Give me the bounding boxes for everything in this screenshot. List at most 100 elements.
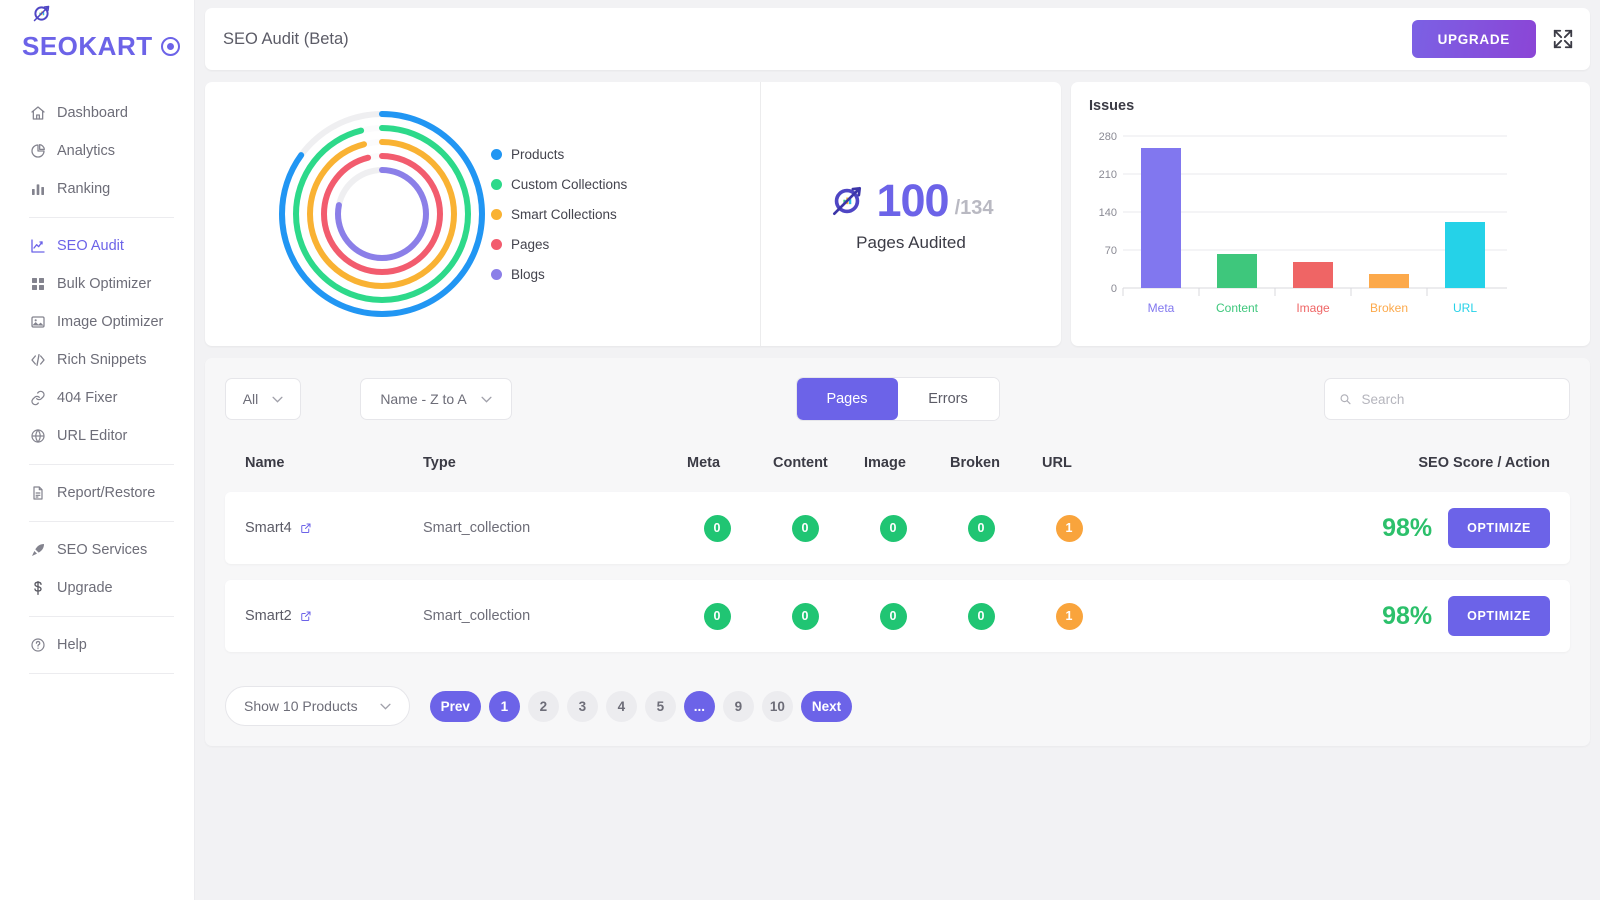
sidebar-divider bbox=[29, 616, 174, 617]
sidebar-item-rich-snippets[interactable]: Rich Snippets bbox=[0, 341, 194, 379]
legend-color-swatch bbox=[491, 178, 502, 190]
search-icon bbox=[1340, 394, 1351, 405]
pagination-page-9[interactable]: 9 bbox=[722, 690, 754, 722]
sidebar-item-image-optimizer[interactable]: Image Optimizer bbox=[0, 303, 194, 341]
pagination-page-2[interactable]: 2 bbox=[527, 690, 559, 722]
pagination-page-4[interactable]: 4 bbox=[605, 690, 637, 722]
meta-count-badge: 0 bbox=[703, 514, 731, 542]
image-count-badge: 0 bbox=[879, 602, 907, 630]
sidebar-item-seo-services[interactable]: SEO Services bbox=[0, 531, 194, 569]
sidebar-item-url-editor[interactable]: URL Editor bbox=[0, 417, 194, 455]
sidebar-item-bulk-optimizer[interactable]: Bulk Optimizer bbox=[0, 265, 194, 303]
cell-type: Smart_collection bbox=[423, 520, 531, 536]
table-row[interactable]: Smart2 Smart_collection 0 0 0 0 1 98% OP… bbox=[225, 580, 1570, 652]
column-header-score-action: SEO Score / Action bbox=[1418, 455, 1550, 471]
code-icon bbox=[29, 352, 46, 369]
cell-type: Smart_collection bbox=[423, 608, 531, 624]
legend-item[interactable]: Blogs bbox=[491, 267, 627, 282]
column-header-type: Type bbox=[423, 455, 456, 471]
upgrade-button[interactable]: UPGRADE bbox=[1411, 20, 1536, 58]
url-count-badge: 1 bbox=[1055, 602, 1083, 630]
main-content: SEO Audit (Beta) UPGRADE Products Custom… bbox=[195, 0, 1600, 900]
legend-label: Custom Collections bbox=[511, 176, 628, 192]
pagination-next[interactable]: Next bbox=[800, 690, 853, 722]
page-title: SEO Audit (Beta) bbox=[223, 29, 349, 48]
y-axis-tick: 140 bbox=[1099, 207, 1117, 219]
legend-item[interactable]: Products bbox=[491, 147, 627, 162]
rocket-gear-icon bbox=[833, 186, 862, 216]
page-size-select[interactable]: Show 10 Products bbox=[225, 686, 410, 726]
column-header-meta: Meta bbox=[687, 455, 721, 471]
issues-title: Issues bbox=[1089, 98, 1135, 114]
pagination-page-3[interactable]: 3 bbox=[566, 690, 598, 722]
sidebar-item-help[interactable]: Help bbox=[0, 626, 194, 664]
pagination-prev[interactable]: Prev bbox=[429, 690, 481, 722]
chevron-down-icon bbox=[380, 703, 391, 710]
external-link-icon[interactable] bbox=[300, 610, 312, 622]
sidebar-item-analytics[interactable]: Analytics bbox=[0, 132, 194, 170]
pagination-page-5[interactable]: 5 bbox=[644, 690, 676, 722]
table-row[interactable]: Smart4 Smart_collection 0 0 0 0 1 98% OP… bbox=[225, 492, 1570, 564]
meta-count-badge: 0 bbox=[703, 602, 731, 630]
help-circle-icon bbox=[29, 637, 46, 654]
issues-bar-chart: 280 210 140 70 0 Meta Content Image Brok… bbox=[1099, 131, 1507, 315]
pagination-ellipsis[interactable]: ... bbox=[683, 690, 715, 722]
cell-url: 1 bbox=[1025, 602, 1113, 630]
filter-select[interactable]: All bbox=[225, 378, 301, 420]
cell-content: 0 bbox=[761, 602, 849, 630]
sidebar-item-ranking[interactable]: Ranking bbox=[0, 170, 194, 208]
view-toggle: Pages Errors bbox=[795, 377, 1000, 421]
dollar-icon bbox=[29, 580, 46, 597]
legend-item[interactable]: Custom Collections bbox=[491, 177, 627, 192]
sidebar-divider bbox=[29, 521, 174, 522]
filter-select-value: All bbox=[242, 391, 259, 407]
legend-item[interactable]: Pages bbox=[491, 237, 627, 252]
search-box[interactable] bbox=[1324, 378, 1570, 420]
sidebar-item-label: SEO Audit bbox=[57, 238, 124, 254]
sidebar-item-dashboard[interactable]: Dashboard bbox=[0, 94, 194, 132]
legend-item[interactable]: Smart Collections bbox=[491, 207, 627, 222]
sidebar-item-label: Dashboard bbox=[57, 105, 128, 121]
ring-pages bbox=[321, 153, 443, 275]
pagination: Show 10 Products Prev 1 2 3 4 5 ... 9 10… bbox=[225, 686, 1570, 726]
tab-errors[interactable]: Errors bbox=[897, 378, 999, 420]
expand-icon[interactable] bbox=[1552, 28, 1574, 50]
ring-smart-collections bbox=[307, 139, 457, 289]
sidebar-item-report-restore[interactable]: Report/Restore bbox=[0, 474, 194, 512]
cell-broken: 0 bbox=[937, 514, 1025, 542]
link-icon bbox=[29, 390, 46, 407]
column-header-name: Name bbox=[245, 455, 285, 471]
legend-label: Pages bbox=[511, 236, 550, 252]
brand-logo[interactable]: SEOKART bbox=[0, 5, 194, 68]
bar-meta bbox=[1141, 148, 1181, 288]
sidebar-item-404-fixer[interactable]: 404 Fixer bbox=[0, 379, 194, 417]
optimize-button[interactable]: OPTIMIZE bbox=[1448, 508, 1550, 548]
sidebar-item-seo-audit[interactable]: SEO Audit bbox=[0, 227, 194, 265]
search-input[interactable] bbox=[1361, 391, 1555, 407]
pages-audited-count: 100 bbox=[876, 175, 949, 226]
optimize-button[interactable]: OPTIMIZE bbox=[1448, 596, 1550, 636]
bar-broken bbox=[1369, 274, 1409, 288]
table-controls: All Name - Z to A Pages Errors bbox=[225, 376, 1570, 422]
column-header-url: URL bbox=[1042, 455, 1072, 471]
sort-select[interactable]: Name - Z to A bbox=[360, 378, 512, 420]
pagination-page-10[interactable]: 10 bbox=[761, 690, 793, 722]
document-icon bbox=[29, 485, 46, 502]
pagination-page-1[interactable]: 1 bbox=[488, 690, 520, 722]
pages-audited-panel: 100 /134 Pages Audited bbox=[760, 82, 1061, 346]
x-axis-tick: URL bbox=[1453, 301, 1477, 315]
cell-image: 0 bbox=[849, 514, 937, 542]
globe-icon bbox=[29, 428, 46, 445]
image-icon bbox=[29, 314, 46, 331]
pie-chart-icon bbox=[29, 143, 46, 160]
sort-select-value: Name - Z to A bbox=[380, 391, 467, 407]
rocket-gear-icon bbox=[33, 5, 50, 22]
pages-audited-total: /134 bbox=[954, 197, 994, 219]
table-header: Name Type Meta Content Image Broken URL … bbox=[225, 434, 1570, 492]
external-link-icon[interactable] bbox=[300, 522, 312, 534]
sidebar-item-upgrade[interactable]: Upgrade bbox=[0, 569, 194, 607]
bar-url bbox=[1445, 222, 1485, 288]
breakdown-card: Products Custom Collections Smart Collec… bbox=[205, 82, 1061, 346]
y-axis-tick: 280 bbox=[1099, 131, 1117, 143]
tab-pages[interactable]: Pages bbox=[796, 378, 898, 420]
